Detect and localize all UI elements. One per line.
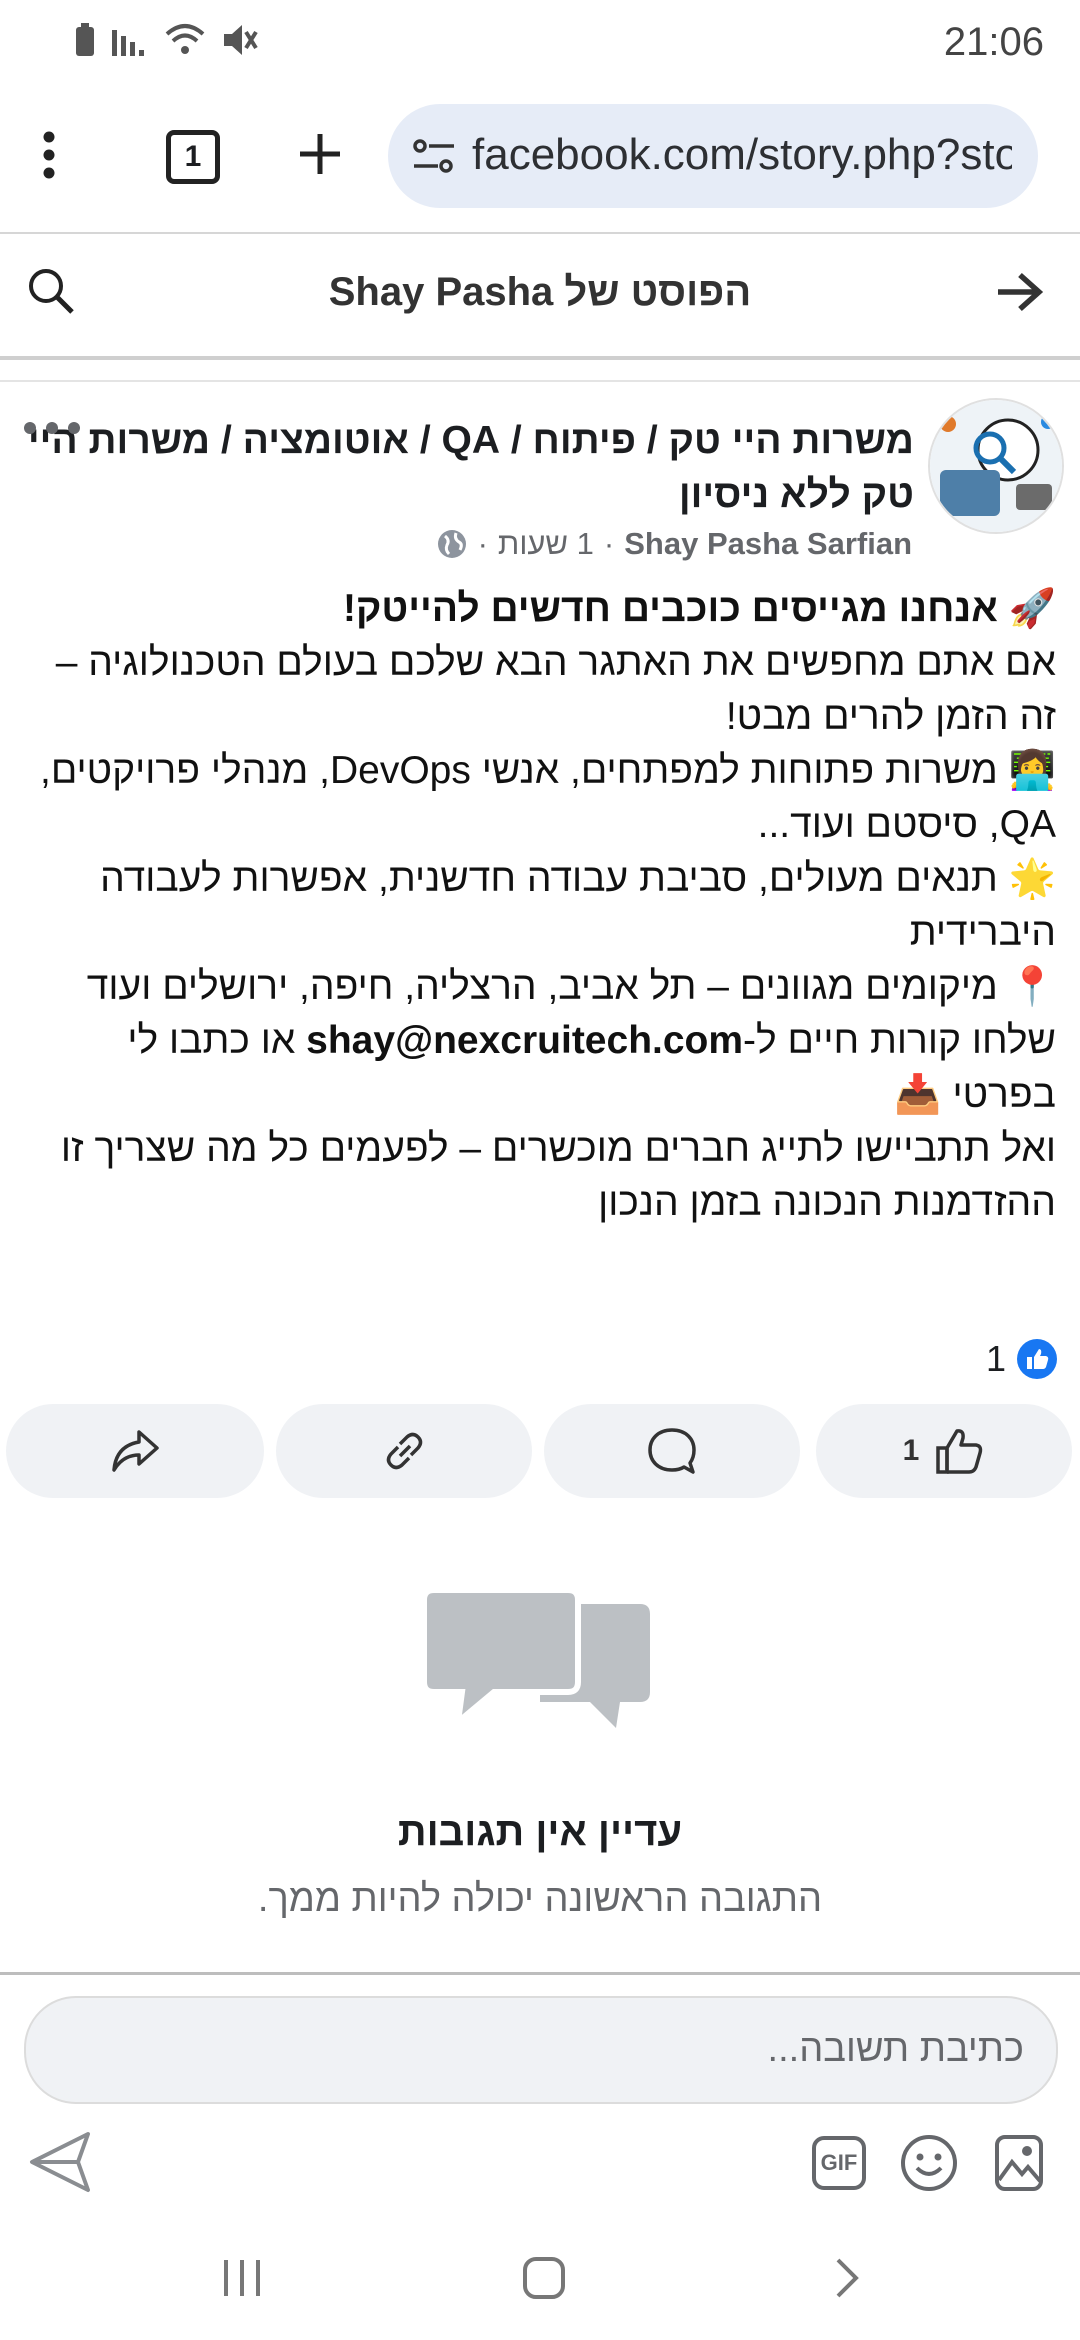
like-reaction-icon [1016,1338,1058,1380]
divider [0,356,1080,360]
copy-link-button[interactable] [276,1404,532,1498]
comment-button[interactable] [544,1404,800,1498]
post-time[interactable]: 1 שעות [498,526,594,562]
inbox-emoji: 📥 [894,1074,942,1116]
reaction-summary[interactable]: 1 [986,1338,1058,1380]
status-time: 21:06 [943,20,1044,64]
share-button[interactable] [6,1404,264,1498]
browser-toolbar: 1 facebook.com/story.php?sto [0,90,1080,234]
system-nav-bar [0,2220,1080,2340]
divider [0,1972,1080,1975]
comment-input[interactable]: כתיבת תשובה... [24,1996,1058,2104]
divider [0,380,1080,382]
post-headline: אנחנו מגייסים כוכבים חדשים להייטק! [342,587,998,630]
menu-dots-icon[interactable] [42,130,56,180]
comment-icon [646,1426,698,1476]
recent-apps-icon[interactable] [220,2258,264,2298]
reaction-count: 1 [985,1338,1006,1379]
like-button[interactable]: 1 [816,1404,1072,1498]
post-line: שלחו קורות חיים ל- [743,1019,1056,1062]
author-name-link[interactable]: Shay Pasha Sarfian [624,526,912,562]
empty-comments-title: עדיין אין תגובות [397,1810,683,1854]
group-avatar[interactable] [928,398,1064,534]
status-bar: 21:06 [0,0,1080,90]
image-icon[interactable] [994,2134,1044,2192]
technologist-emoji: 👩‍💻 [1008,750,1056,792]
post-page-header: הפוסט של Shay Pasha [0,234,1080,358]
send-icon[interactable] [28,2130,92,2194]
pin-emoji: 📍 [1008,966,1056,1008]
like-count: 1 [902,1434,920,1467]
battery-icon [74,22,96,58]
plus-icon[interactable] [296,130,344,178]
status-icons [74,22,258,58]
page-title: הפוסט של Shay Pasha [328,270,752,314]
post-line: משרות פתוחות למפתחים, אנשי DevOps, מנהלי… [40,749,1056,846]
arrow-right-icon[interactable] [994,270,1044,314]
meta-separator: · [603,526,615,561]
address-bar[interactable]: facebook.com/story.php?sto [388,104,1038,208]
post-line: מיקומים מגוונים – תל אביב, הרצליה, חיפה,… [86,965,998,1008]
empty-comments-subtitle: התגובה הראשונה יכולה להיות ממך. [257,1878,823,1920]
post-body: 🚀 אנחנו מגייסים כוכבים חדשים להייטק! אם … [16,582,1056,1230]
like-icon [933,1426,985,1476]
globe-icon [436,528,468,560]
group-name-link[interactable]: משרות היי טק / פיתוח / QA / אוטומציה / מ… [14,414,914,522]
site-settings-icon[interactable] [412,136,456,176]
search-icon[interactable] [26,266,76,316]
gif-icon[interactable]: GIF [812,2136,866,2190]
share-icon [109,1426,161,1476]
emoji-icon[interactable] [900,2134,958,2192]
home-icon[interactable] [522,2256,566,2300]
post-meta: Shay Pasha Sarfian · 1 שעות · [436,526,912,562]
post-line: תנאים מעולים, סביבת עבודה חדשנית, אפשרות… [100,857,1056,954]
back-icon[interactable] [834,2256,862,2300]
signal-icon [110,22,150,58]
link-icon [378,1426,430,1476]
more-dots-icon[interactable] [22,420,82,456]
sparkle-emoji: 🌟 [1008,858,1056,900]
post-line: אם אתם מחפשים את האתגר הבא שלכם בעולם הט… [55,641,1056,738]
chat-bubbles-icon [420,1582,660,1742]
comment-placeholder: כתיבת תשובה... [767,2028,1024,2070]
wifi-icon [164,22,206,58]
rocket-emoji: 🚀 [1008,588,1056,630]
post-line: ואל תתביישו לתייג חברים מוכשרים – לפעמים… [60,1127,1056,1224]
meta-separator: · [477,526,488,561]
email-link[interactable]: shay@nexcruitech.com [306,1019,743,1062]
url-text: facebook.com/story.php?sto [472,130,1012,179]
mute-icon [220,22,258,58]
tab-switcher-button[interactable]: 1 [166,130,220,184]
